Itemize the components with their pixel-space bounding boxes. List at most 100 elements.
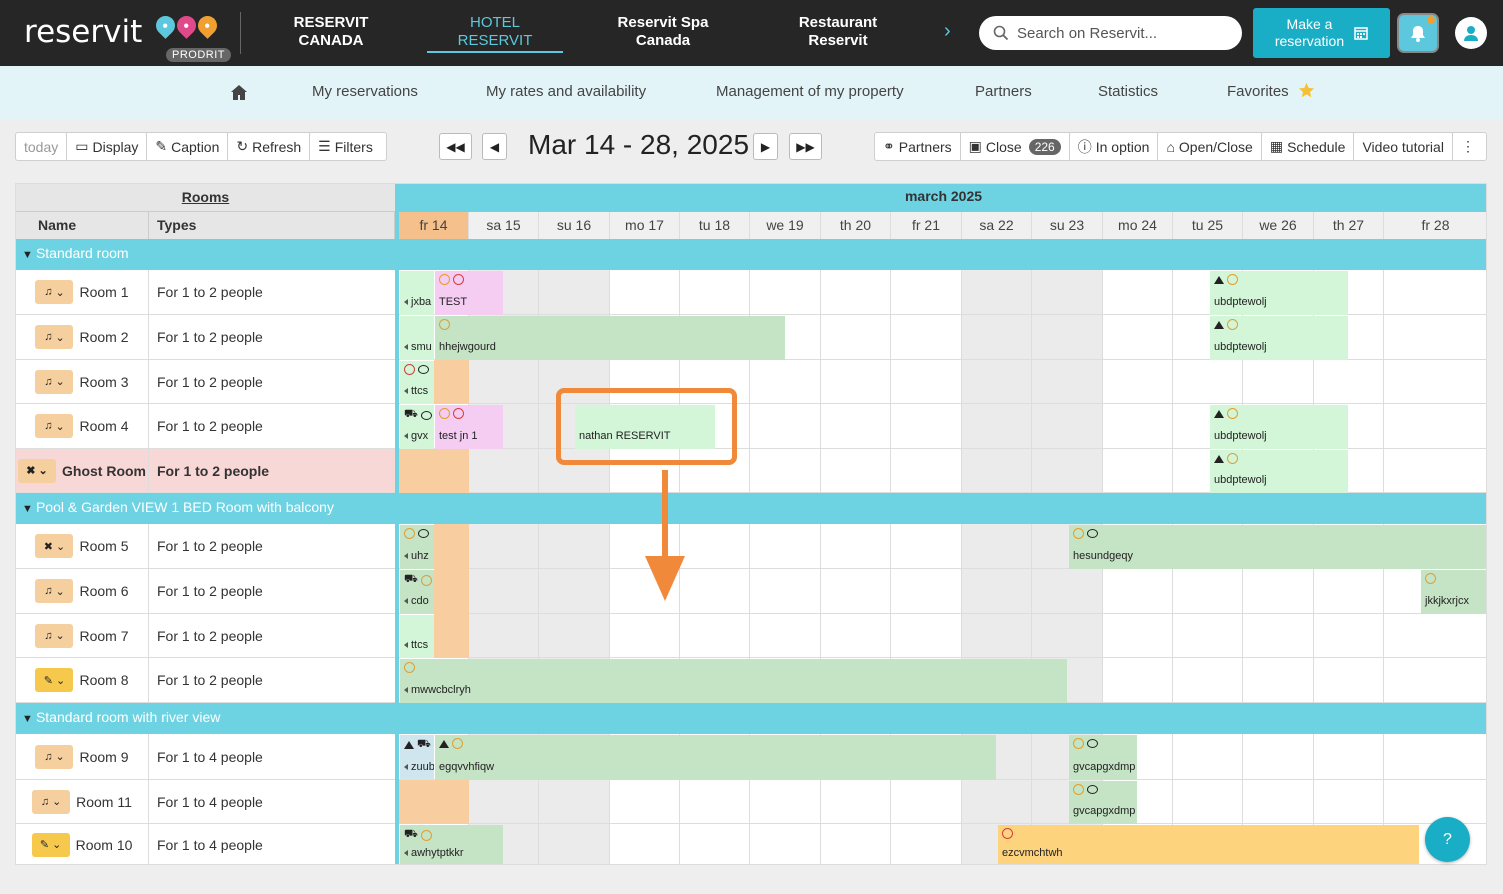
day-cell[interactable] (1103, 270, 1173, 314)
video-tutorial-button[interactable]: Video tutorial (1354, 133, 1453, 160)
today-cell[interactable] (434, 524, 469, 569)
day-cell[interactable] (610, 270, 680, 314)
day-cell[interactable] (1032, 315, 1103, 359)
room-name[interactable]: ✖ ⌄ Room 5 (16, 524, 149, 568)
day-cell[interactable] (1314, 734, 1384, 779)
room-status-dropdown[interactable]: ✖ ⌄ (18, 458, 56, 483)
today-cell[interactable] (434, 569, 469, 614)
day-cell[interactable] (1384, 404, 1486, 448)
booking-block[interactable]: ⛟ zuub (400, 735, 434, 780)
day-header[interactable]: tu 25 (1173, 212, 1243, 239)
user-avatar[interactable] (1455, 17, 1487, 49)
day-cell[interactable] (750, 404, 821, 448)
day-cell[interactable] (891, 780, 962, 823)
day-header[interactable]: we 26 (1243, 212, 1314, 239)
day-cell[interactable] (1032, 360, 1103, 403)
day-cell[interactable] (1103, 569, 1173, 613)
day-cell[interactable] (469, 449, 539, 492)
booking-block[interactable]: gvcapgxdmp (1069, 781, 1137, 824)
booking-block[interactable]: ⛟ gvx (400, 405, 434, 449)
day-cell[interactable] (680, 270, 750, 314)
make-reservation-button[interactable]: Make a reservation (1253, 8, 1390, 58)
reservit-logo[interactable]: reservit (24, 14, 142, 50)
menu-my-reservations[interactable]: My reservations (312, 83, 418, 100)
day-cell[interactable] (891, 569, 962, 613)
day-cell[interactable] (680, 824, 750, 864)
room-name[interactable]: ♫ ⌄ Room 3 (16, 360, 149, 403)
day-cell[interactable] (1243, 734, 1314, 779)
booking-block[interactable]: TEST (435, 271, 503, 315)
day-cell[interactable] (1384, 449, 1486, 492)
day-cell[interactable] (469, 614, 539, 657)
day-cell[interactable] (539, 270, 610, 314)
day-cell[interactable] (1243, 360, 1314, 403)
room-group-header[interactable]: ▼ Standard room with river view (16, 703, 1486, 734)
day-cell[interactable] (750, 824, 821, 864)
booking-block[interactable]: jxba (400, 271, 434, 315)
day-header[interactable]: su 23 (1032, 212, 1103, 239)
nav-hotel-reservit[interactable]: HOTEL RESERVIT (427, 14, 563, 53)
day-cell[interactable] (1384, 780, 1486, 823)
day-cell[interactable] (750, 360, 821, 403)
booking-block[interactable]: ⛟ awhytptkkr (400, 825, 503, 864)
booking-block[interactable]: smu (400, 316, 434, 360)
room-name[interactable]: ✎ ⌄ Room 8 (16, 658, 149, 702)
day-cell[interactable] (1314, 658, 1384, 702)
day-cell[interactable] (1103, 658, 1173, 702)
day-cell[interactable] (469, 524, 539, 568)
day-header[interactable]: th 27 (1314, 212, 1384, 239)
booking-block[interactable]: ubdptewolj (1210, 405, 1348, 449)
today-button[interactable]: today (16, 133, 68, 160)
day-cell[interactable] (750, 569, 821, 613)
day-cell[interactable] (750, 780, 821, 823)
menu-rates-availability[interactable]: My rates and availability (486, 83, 646, 100)
room-name[interactable]: ✖ ⌄ Ghost Room (16, 449, 149, 492)
room-status-dropdown[interactable]: ♫ ⌄ (32, 789, 71, 814)
day-cell[interactable] (962, 270, 1032, 314)
day-cell[interactable] (962, 614, 1032, 657)
room-name[interactable]: ♫ ⌄ Room 9 (16, 734, 149, 779)
day-header[interactable]: sa 22 (962, 212, 1032, 239)
day-header[interactable]: fr 21 (891, 212, 962, 239)
day-header[interactable]: fr 28 (1384, 212, 1486, 239)
caption-button[interactable]: ✎ Caption (147, 133, 229, 160)
filters-button[interactable]: ☰ Filters (310, 133, 381, 160)
nav-restaurant[interactable]: Restaurant Reservit (793, 14, 883, 50)
day-cell[interactable] (891, 524, 962, 568)
booking-block[interactable]: ⛟ cdo (400, 570, 434, 614)
display-button[interactable]: ▭ Display (67, 133, 148, 160)
today-cell[interactable] (434, 360, 469, 404)
day-cell[interactable] (962, 449, 1032, 492)
day-cell[interactable] (539, 569, 610, 613)
day-cell[interactable] (750, 449, 821, 492)
day-cell[interactable] (680, 614, 750, 657)
menu-partners[interactable]: Partners (975, 83, 1032, 100)
day-cell[interactable] (891, 360, 962, 403)
collapse-icon[interactable]: ▼ (22, 713, 36, 725)
day-cell[interactable] (750, 524, 821, 568)
collapse-icon[interactable]: ▼ (22, 249, 36, 261)
day-cell[interactable] (1173, 658, 1243, 702)
day-cell[interactable] (891, 404, 962, 448)
day-cell[interactable] (1103, 449, 1173, 492)
day-cell[interactable] (821, 270, 891, 314)
day-cell[interactable] (891, 614, 962, 657)
day-cell[interactable] (539, 614, 610, 657)
home-icon[interactable] (230, 84, 248, 101)
day-cell[interactable] (821, 315, 891, 359)
room-status-dropdown[interactable]: ✎ ⌄ (35, 668, 74, 692)
day-cell[interactable] (1243, 780, 1314, 823)
day-header[interactable]: fr 14 (399, 212, 469, 239)
booking-block[interactable]: ezcvmchtwh (998, 825, 1419, 864)
day-cell[interactable] (1032, 404, 1103, 448)
booking-block[interactable]: egqvvhfiqw (435, 735, 996, 780)
chevron-right-icon[interactable]: › (944, 20, 951, 43)
booking-block[interactable]: ttcs (400, 361, 434, 404)
room-name[interactable]: ♫ ⌄ Room 1 (16, 270, 149, 314)
day-header[interactable]: th 20 (821, 212, 891, 239)
in-option-toggle[interactable]: ⓘ In option (1070, 133, 1159, 160)
day-cell[interactable] (1314, 569, 1384, 613)
room-status-dropdown[interactable]: ♫ ⌄ (35, 744, 74, 769)
close-toggle[interactable]: ▣ Close 226 (961, 133, 1070, 160)
day-cell[interactable] (1032, 569, 1103, 613)
